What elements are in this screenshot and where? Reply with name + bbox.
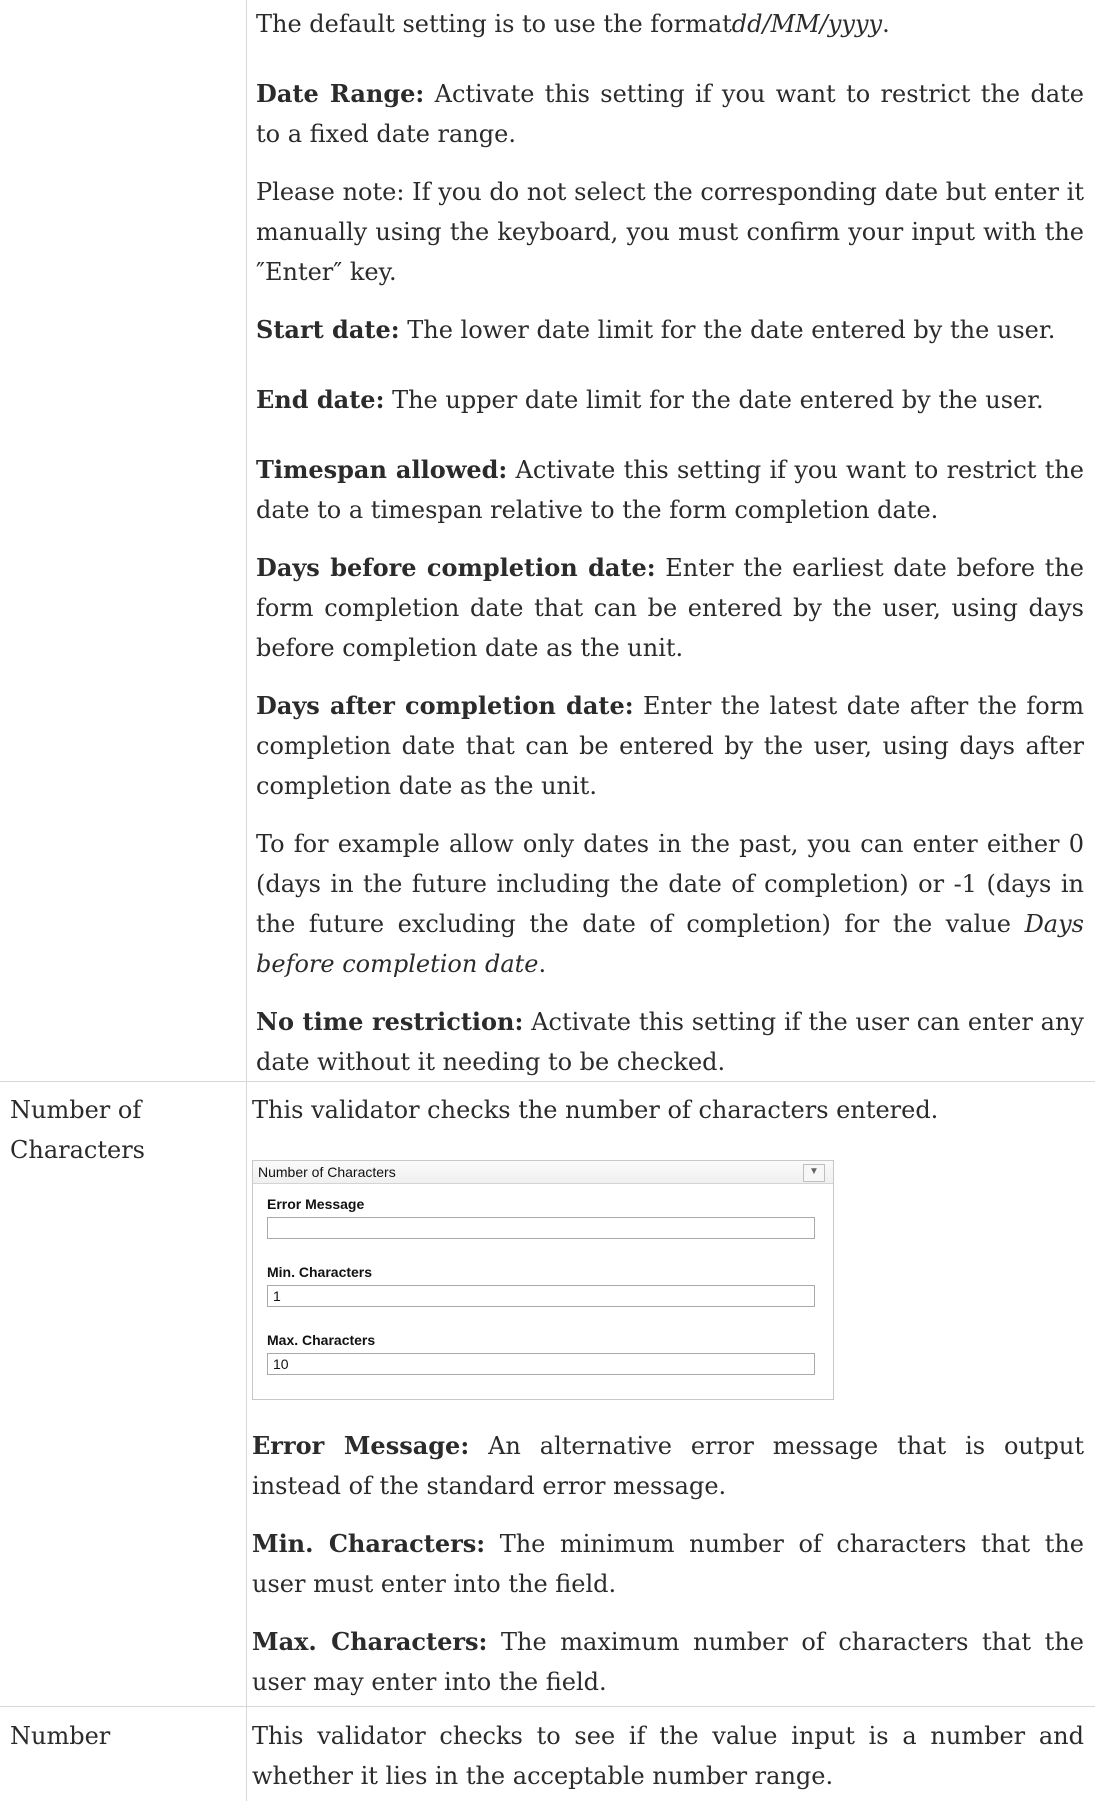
chevron-down-icon[interactable]: ▼ — [803, 1164, 825, 1182]
date-validator-description: The default setting is to use the format… — [256, 4, 1084, 1100]
error-message-label: Error Message — [267, 1196, 365, 1212]
number-of-characters-panel: Number of Characters ▼ Error Message Min… — [252, 1160, 834, 1400]
timespan-paragraph: Timespan allowed: Activate this setting … — [256, 455, 1085, 524]
number-intro: This validator checks to see if the valu… — [252, 1722, 1084, 1790]
validator-table: The default setting is to use the format… — [0, 0, 1095, 1801]
max-characters-input[interactable] — [267, 1353, 815, 1375]
number-description: This validator checks to see if the valu… — [252, 1716, 1084, 1814]
manual-entry-note: Please note: If you do not select the co… — [256, 178, 1084, 286]
date-range-paragraph: Date Range: Activate this setting if you… — [256, 79, 1084, 148]
characters-intro: This validator checks the number of char… — [252, 1096, 939, 1124]
end-date-paragraph: End date: The upper date limit for the d… — [256, 385, 1044, 414]
date-format-value: dd/MM/yyyy — [731, 10, 883, 38]
number-of-characters-label: Number of Characters — [10, 1096, 145, 1164]
panel-title: Number of Characters — [258, 1164, 396, 1180]
max-characters-label: Max. Characters — [267, 1332, 376, 1348]
days-before-paragraph: Days before completion date: Enter the e… — [256, 553, 1084, 662]
days-after-paragraph: Days after completion date: Enter the la… — [256, 691, 1084, 800]
error-message-input[interactable] — [267, 1217, 815, 1239]
no-time-restriction-paragraph: No time restriction: Activate this setti… — [256, 1007, 1084, 1076]
row-divider — [0, 1081, 1095, 1082]
error-message-explanation: Error Message: An alternative error mess… — [252, 1431, 1084, 1500]
panel-header[interactable]: Number of Characters ▼ — [253, 1161, 833, 1184]
number-of-characters-description: This validator checks the number of char… — [252, 1090, 1084, 1720]
past-dates-example: To for example allow only dates in the p… — [256, 830, 1084, 978]
row-divider — [0, 1706, 1095, 1707]
number-label: Number — [10, 1722, 111, 1750]
min-characters-label: Min. Characters — [267, 1264, 373, 1280]
min-characters-explanation: Min. Characters: The minimum number of c… — [252, 1529, 1085, 1598]
max-characters-explanation: Max. Characters: The maximum number of c… — [252, 1627, 1084, 1696]
start-date-paragraph: Start date: The lower date limit for the… — [256, 315, 1056, 344]
min-characters-input[interactable] — [267, 1285, 815, 1307]
column-divider — [246, 0, 247, 1801]
default-format-paragraph: The default setting is to use the format… — [256, 10, 890, 38]
